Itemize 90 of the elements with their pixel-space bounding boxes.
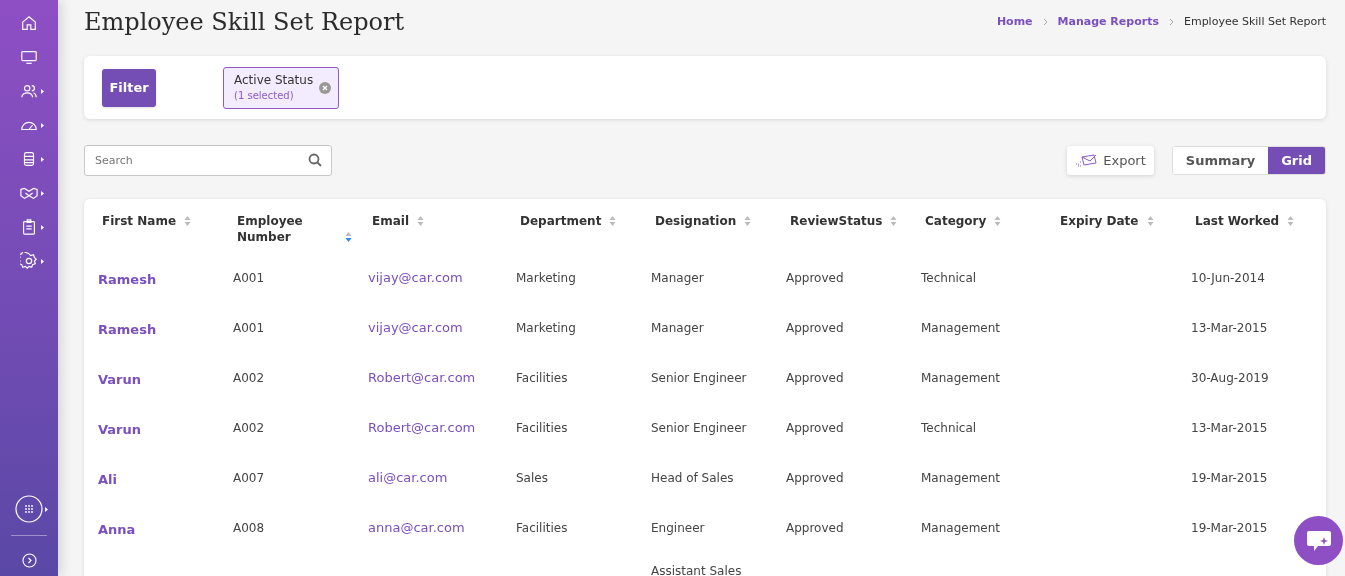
table-cell: Manager — [651, 321, 704, 335]
table-cell: Marketing — [516, 271, 576, 285]
table-cell: Facilities — [516, 521, 568, 535]
caret-icon — [41, 258, 44, 264]
table-cell: Marketing — [516, 321, 576, 335]
envelope-icon — [1075, 153, 1098, 168]
table-cell: A001 — [233, 271, 265, 285]
chevron-icon — [1042, 18, 1048, 26]
caret-icon — [45, 507, 48, 512]
column-header[interactable]: Employee Number — [237, 213, 337, 245]
email-link[interactable]: vijay@car.com — [368, 270, 463, 285]
table-cell: Head of Sales — [651, 471, 734, 485]
employee-name-link[interactable]: Ali — [98, 470, 117, 490]
column-header[interactable]: Department — [520, 213, 602, 229]
table-cell: Management — [921, 521, 1001, 535]
chip-label: Active Status — [234, 72, 314, 88]
table-cell: Approved — [786, 321, 844, 335]
employee-name-link[interactable]: Anna — [98, 520, 136, 540]
monitor-icon[interactable] — [20, 48, 38, 66]
table-cell: 19-Mar-2015 — [1191, 471, 1268, 485]
email-link[interactable]: vijay@car.com — [368, 320, 463, 335]
export-button[interactable]: Export — [1067, 146, 1154, 175]
table-cell: A002 — [233, 421, 265, 435]
home-icon[interactable] — [20, 14, 38, 32]
email-link[interactable]: Robert@car.com — [368, 420, 476, 435]
column-header[interactable]: Last Worked — [1195, 213, 1280, 229]
breadcrumb-link[interactable]: Home — [996, 13, 1033, 31]
caret-icon — [41, 88, 44, 94]
employee-name-link[interactable]: Ramesh — [98, 270, 157, 290]
filter-button[interactable]: Filter — [102, 68, 156, 107]
table-cell: Management — [921, 471, 1001, 485]
clipboard-icon[interactable] — [20, 218, 38, 236]
table-cell: A002 — [233, 371, 265, 385]
column-header[interactable]: ReviewStatus — [790, 213, 883, 229]
table-cell: Technical — [921, 421, 977, 435]
email-link[interactable]: Robert@car.com — [368, 370, 476, 385]
apps-grid-icon[interactable] — [15, 495, 43, 523]
table-cell: A007 — [233, 471, 265, 485]
search-icon — [308, 153, 322, 167]
users-icon[interactable] — [20, 82, 38, 100]
caret-icon — [41, 122, 44, 128]
column-header[interactable]: First Name — [102, 213, 177, 229]
chevron-icon — [1168, 18, 1174, 26]
column-header[interactable]: Designation — [655, 213, 737, 229]
table-cell: Technical — [921, 271, 977, 285]
email-link[interactable]: anna@car.com — [368, 520, 465, 535]
caret-icon — [41, 190, 44, 196]
breadcrumb-link[interactable]: Manage Reports — [1057, 13, 1159, 31]
email-link[interactable]: ali@car.com — [368, 470, 448, 485]
view-tab[interactable]: Grid — [1268, 147, 1325, 174]
table-cell: Approved — [786, 371, 844, 385]
table-cell: Approved — [786, 471, 844, 485]
column-header[interactable]: Expiry Date — [1060, 213, 1139, 229]
employee-name-link[interactable]: Varun — [98, 420, 142, 440]
table-cell: 10-Jun-2014 — [1191, 271, 1265, 285]
table-cell: Facilities — [516, 371, 568, 385]
table-cell: 13-Mar-2015 — [1191, 321, 1268, 335]
table-cell: Management — [921, 321, 1001, 335]
table-cell: 13-Mar-2015 — [1191, 421, 1268, 435]
table-cell: Approved — [786, 521, 844, 535]
page-title: Employee Skill Set Report — [84, 7, 405, 38]
table-cell: Approved — [786, 271, 844, 285]
employee-name-link[interactable]: Ramesh — [98, 320, 157, 340]
employee-name-link[interactable]: Varun — [98, 370, 142, 390]
table-cell: A001 — [233, 321, 265, 335]
table-cell: Facilities — [516, 421, 568, 435]
table-cell: 30-Aug-2019 — [1191, 371, 1269, 385]
settings-icon[interactable] — [20, 252, 38, 270]
table-cell: Management — [921, 371, 1001, 385]
sort-icon[interactable] — [345, 231, 352, 243]
close-icon[interactable] — [319, 81, 332, 94]
table-cell: Engineer — [651, 521, 705, 535]
table-cell: A008 — [233, 521, 265, 535]
filter-chip[interactable]: Active Status (1 selected) — [223, 66, 340, 109]
table-cell: Approved — [786, 421, 844, 435]
chip-detail: (1 selected) — [234, 88, 295, 103]
search-field[interactable]: Search — [84, 145, 332, 176]
table-cell: Senior Engineer — [651, 371, 747, 385]
table-cell: Manager — [651, 271, 704, 285]
table-cell: Assistant Sales — [651, 564, 742, 576]
caret-icon — [41, 156, 44, 162]
column-header[interactable]: Category — [925, 213, 987, 229]
column-header[interactable]: Email — [372, 213, 410, 229]
table-cell: Senior Engineer — [651, 421, 747, 435]
table-cell: Sales — [516, 471, 548, 485]
caret-icon — [41, 224, 44, 230]
table-cell: 19-Mar-2015 — [1191, 521, 1268, 535]
breadcrumb-current: Employee Skill Set Report — [1183, 13, 1326, 30]
chat-sparkle-icon — [1305, 528, 1332, 553]
expand-icon[interactable] — [21, 553, 37, 568]
